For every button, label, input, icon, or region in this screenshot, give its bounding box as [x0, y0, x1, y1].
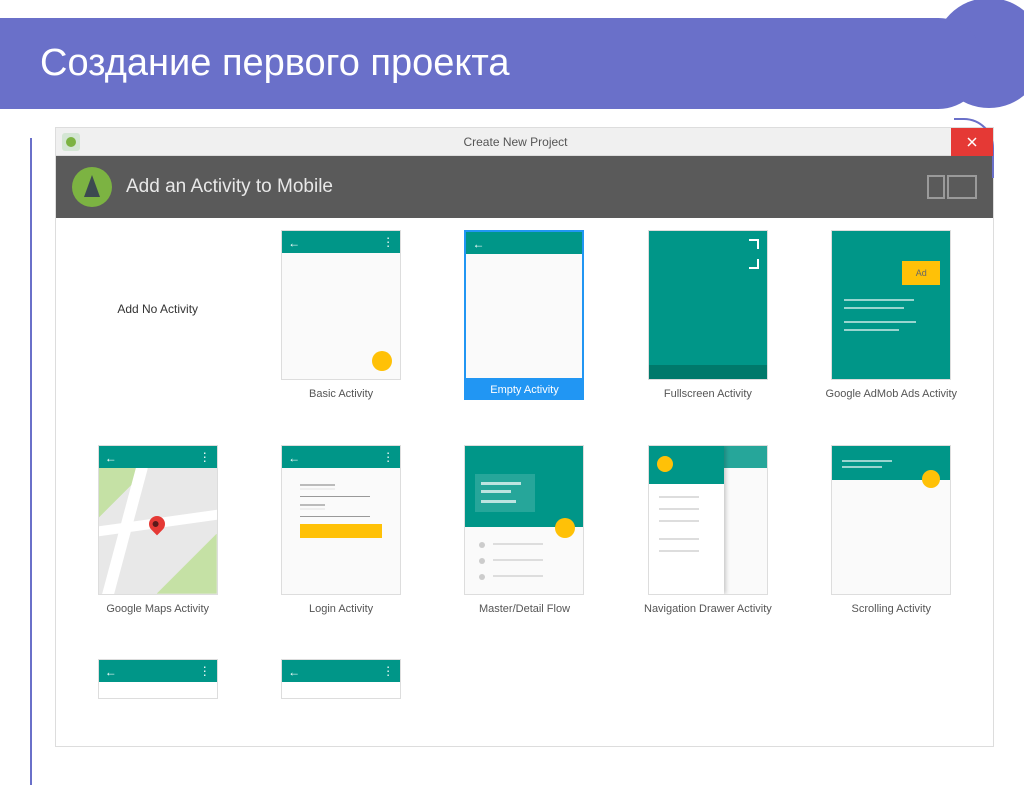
menu-icon: ⋮ [199, 664, 211, 678]
back-icon: ← [288, 451, 300, 465]
back-icon: ← [288, 236, 300, 250]
app-icon [62, 133, 80, 151]
slide-left-line [30, 138, 32, 785]
template-partial-2[interactable]: ←⋮ [259, 659, 422, 709]
back-icon: ← [288, 665, 300, 679]
template-label: Add No Activity [117, 302, 198, 316]
android-studio-logo-icon [72, 167, 112, 207]
wizard-header-title: Add an Activity to Mobile [126, 176, 333, 198]
template-label: Navigation Drawer Activity [644, 603, 772, 615]
template-label: Google AdMob Ads Activity [826, 388, 957, 400]
menu-icon: ⋮ [382, 450, 394, 464]
back-icon: ← [105, 451, 117, 465]
fab-icon [922, 470, 940, 488]
dialog-window: Create New Project Add an Activity to Mo… [55, 127, 994, 747]
avatar-icon [657, 456, 673, 472]
wizard-header: Add an Activity to Mobile [56, 156, 993, 218]
activity-template-grid: Add No Activity ←⋮ Basic Activity ← Empt… [56, 218, 993, 747]
template-admob-activity[interactable]: Ad Google AdMob Ads Activity [810, 230, 973, 427]
fab-icon [372, 351, 392, 371]
template-basic-activity[interactable]: ← ⋮ Basic Activity [259, 230, 422, 427]
window-titlebar: Create New Project [56, 128, 993, 156]
ad-placeholder-icon: Ad [902, 261, 940, 285]
template-google-maps-activity[interactable]: ← ⋮ Google Maps Activity [76, 445, 239, 642]
template-label: Fullscreen Activity [664, 388, 752, 400]
fab-icon [555, 518, 575, 538]
template-scrolling-activity[interactable]: Scrolling Activity [810, 445, 973, 642]
close-button[interactable] [951, 128, 993, 156]
template-label: Login Activity [309, 603, 373, 615]
template-empty-activity[interactable]: ← Empty Activity [443, 230, 606, 427]
login-button-preview [300, 524, 382, 538]
admob-bg [832, 231, 950, 379]
window-title: Create New Project [80, 135, 951, 149]
close-icon [967, 137, 977, 147]
fullscreen-bg [649, 231, 767, 379]
menu-icon: ⋮ [199, 450, 211, 464]
template-login-activity[interactable]: ← ⋮ Login Activity [259, 445, 422, 642]
menu-icon: ⋮ [382, 235, 394, 249]
template-fullscreen-activity[interactable]: Fullscreen Activity [626, 230, 789, 427]
device-form-icon [927, 175, 977, 199]
template-partial-1[interactable]: ←⋮ [76, 659, 239, 709]
template-label: Empty Activity [464, 380, 584, 400]
menu-icon: ⋮ [382, 664, 394, 678]
template-label: Master/Detail Flow [479, 603, 570, 615]
template-label: Google Maps Activity [106, 603, 209, 615]
back-icon: ← [472, 237, 484, 251]
expand-icon [749, 239, 759, 249]
template-label: Basic Activity [309, 388, 373, 400]
template-master-detail-flow[interactable]: Master/Detail Flow [443, 445, 606, 642]
template-label: Scrolling Activity [852, 603, 931, 615]
back-icon: ← [105, 665, 117, 679]
template-navigation-drawer-activity[interactable]: Navigation Drawer Activity [626, 445, 789, 642]
expand-icon [749, 259, 759, 269]
template-add-no-activity[interactable]: Add No Activity [76, 230, 239, 427]
slide-title: Создание первого проекта [0, 18, 984, 109]
